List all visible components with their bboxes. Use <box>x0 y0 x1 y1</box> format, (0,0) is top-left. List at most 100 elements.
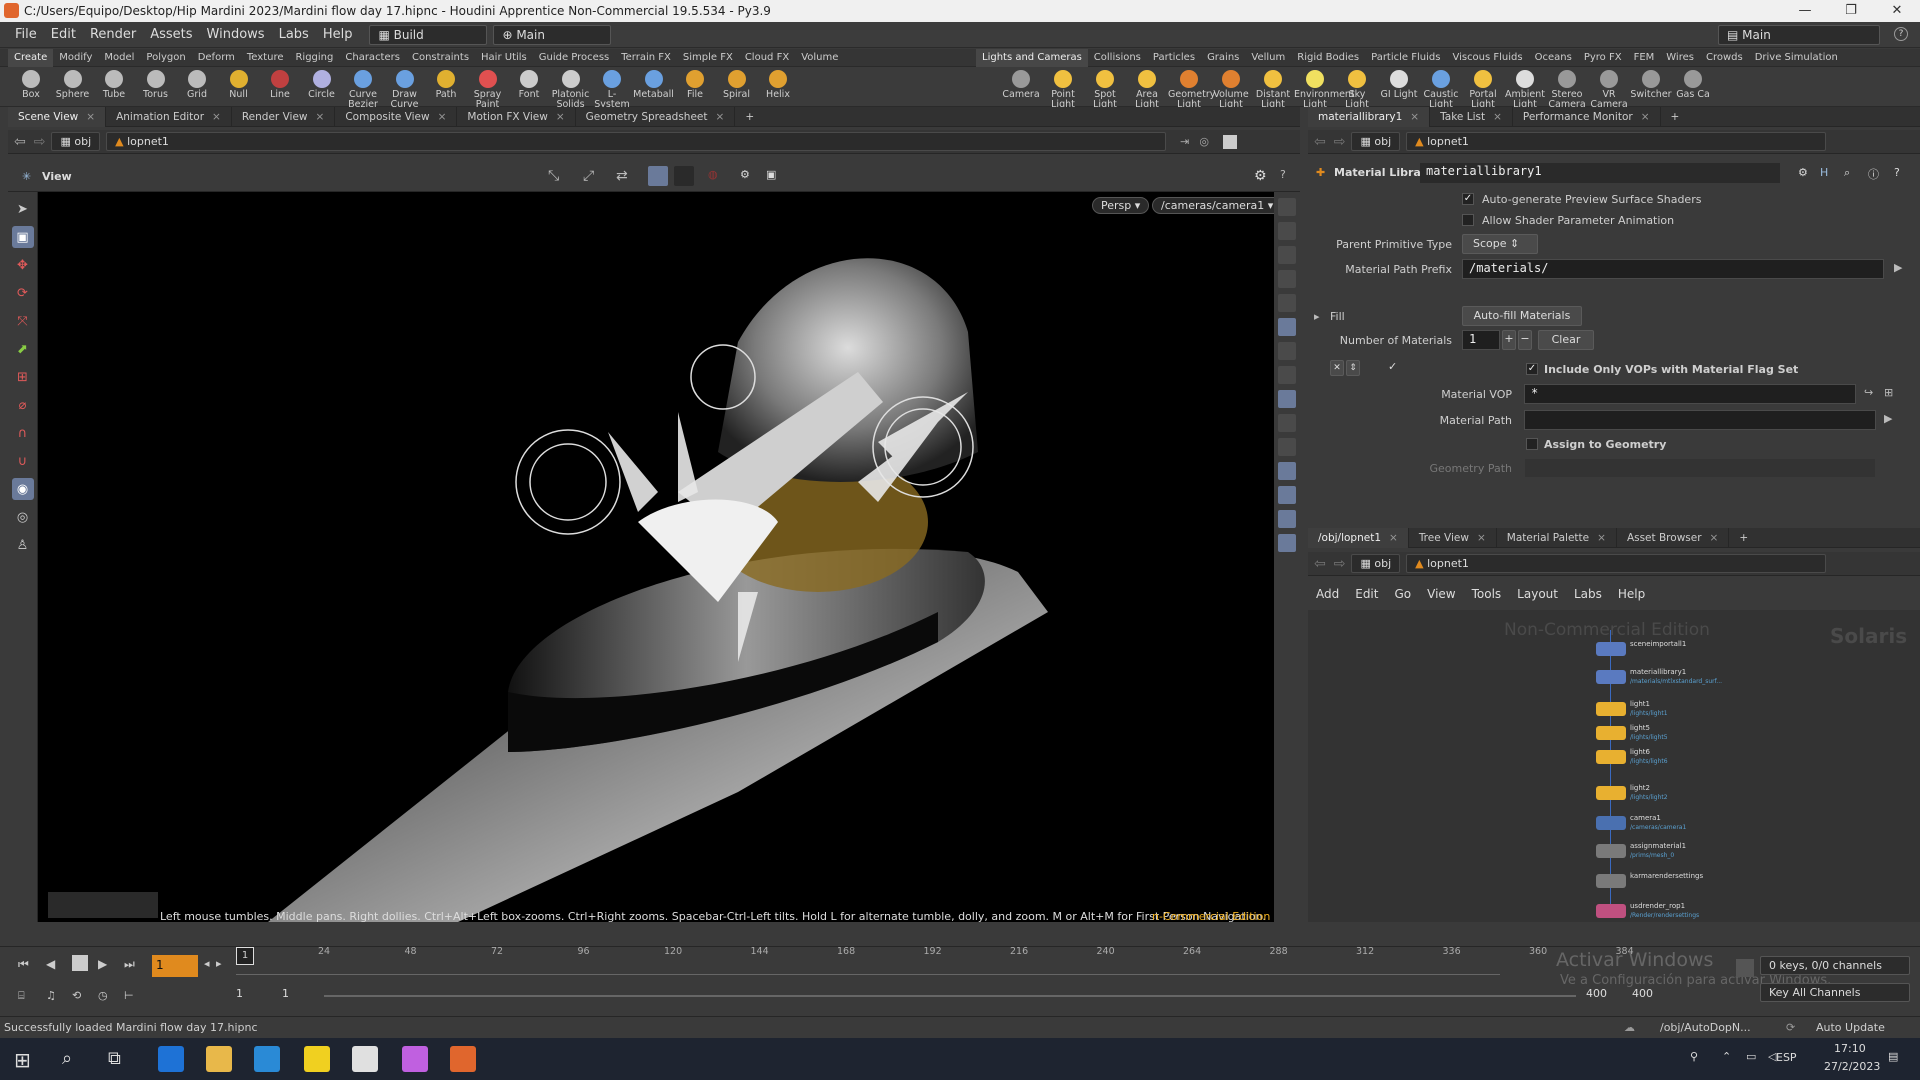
clock-icon[interactable]: ◷ <box>98 989 108 1002</box>
close-button[interactable]: ✕ <box>1874 0 1920 22</box>
tool-helix[interactable]: Helix <box>757 67 799 107</box>
gear2-icon[interactable]: ⚙ <box>740 168 750 181</box>
tab-close-icon[interactable]: × <box>1410 111 1419 123</box>
tab-materiallibrary1[interactable]: materiallibrary1 × <box>1308 106 1431 127</box>
view-tool-icon[interactable]: ◉ <box>11 478 34 500</box>
current-frame-field[interactable]: 1 <box>152 955 198 977</box>
shelf-tab-rigid-bodies[interactable]: Rigid Bodies <box>1291 49 1365 67</box>
tab-add-icon[interactable]: + <box>1729 528 1758 548</box>
num-materials-field[interactable]: 1 <box>1462 330 1500 350</box>
node-name-field[interactable]: materiallibrary1 <box>1420 163 1780 183</box>
lock-icon[interactable]: ▣ <box>11 226 34 248</box>
path-obj-2[interactable]: ▦ obj <box>1351 132 1401 151</box>
tab-animation-editor[interactable]: Animation Editor × <box>106 106 232 127</box>
tab-close-icon[interactable]: × <box>556 111 565 123</box>
forward-arrow-icon-2[interactable]: ⇨ <box>1334 134 1346 150</box>
path-obj[interactable]: ▦ obj <box>51 132 101 151</box>
tool-switcher[interactable]: Switcher <box>1630 67 1672 107</box>
tool-sky-light[interactable]: Sky Light <box>1336 67 1378 110</box>
link-icon[interactable]: ◎ <box>1199 135 1209 148</box>
handle-tool-icon[interactable]: ⊞ <box>12 366 34 388</box>
range-icon[interactable]: ⊢ <box>124 989 134 1002</box>
notifications-icon[interactable]: ▤ <box>1888 1050 1898 1063</box>
vop-tree-icon[interactable]: ⊞ <box>1884 386 1893 399</box>
forward-arrow-icon-3[interactable]: ⇨ <box>1334 556 1346 572</box>
shelf-tab-volume[interactable]: Volume <box>795 49 844 67</box>
tab-composite-view[interactable]: Composite View × <box>335 106 458 127</box>
tool-tube[interactable]: Tube <box>93 67 135 107</box>
shelf-tab-rigging[interactable]: Rigging <box>289 49 339 67</box>
desktop-main-dropdown[interactable]: ⊕ Main <box>493 24 612 45</box>
tab-close-icon[interactable]: × <box>316 111 325 123</box>
shelf-tab-simple-fx[interactable]: Simple FX <box>677 49 739 67</box>
key-icon[interactable] <box>1736 959 1754 977</box>
status-path[interactable]: /obj/AutoDopN... <box>1660 1021 1751 1034</box>
tab-close-icon[interactable]: × <box>1710 532 1719 544</box>
tab-close-icon[interactable]: × <box>1641 111 1650 123</box>
jump-start-icon[interactable]: ⏮ <box>18 957 29 972</box>
lock-view-icon[interactable] <box>1278 246 1296 264</box>
auto-preview-checkbox[interactable]: ✓ <box>1462 193 1474 205</box>
shelf-tab-lights-and-cameras[interactable]: Lights and Cameras <box>976 49 1088 67</box>
path-lopnet[interactable]: ▲ lopnet1 <box>106 132 1167 151</box>
path-lopnet-2[interactable]: ▲ lopnet1 <box>1406 132 1827 151</box>
guides-icon[interactable] <box>1278 510 1296 528</box>
viewport-help-icon[interactable]: ? <box>1280 168 1286 181</box>
node-karmarendersettings[interactable] <box>1596 874 1626 888</box>
light-display-icon[interactable] <box>1278 318 1296 336</box>
tab-close-icon[interactable]: × <box>438 111 447 123</box>
media-icon[interactable] <box>352 1046 378 1072</box>
tab-close-icon[interactable]: × <box>212 111 221 123</box>
tool-environment-light[interactable]: Environment Light <box>1294 67 1355 110</box>
houdini-taskbar-icon[interactable] <box>450 1046 476 1072</box>
shelf-tab-particle-fluids[interactable]: Particle Fluids <box>1365 49 1446 67</box>
mail-icon[interactable] <box>254 1046 280 1072</box>
scale-tool-icon[interactable]: ⤧ <box>12 310 34 332</box>
shelf-tab-guide-process[interactable]: Guide Process <box>533 49 615 67</box>
node-light2[interactable] <box>1596 786 1626 800</box>
loop-icon[interactable]: ⟲ <box>72 989 81 1002</box>
range-slider[interactable] <box>324 995 1576 997</box>
jump-end-icon[interactable]: ⏭ <box>124 957 135 972</box>
shelf-tab-characters[interactable]: Characters <box>339 49 406 67</box>
back-arrow-icon[interactable]: ⇦ <box>14 134 26 150</box>
tool-circle[interactable]: Circle <box>301 67 343 107</box>
shading-icon[interactable] <box>1278 294 1296 312</box>
frame-marker[interactable]: 1 <box>236 947 254 965</box>
select-tool-icon[interactable]: ➤ <box>12 198 34 220</box>
shelf-tab-texture[interactable]: Texture <box>241 49 290 67</box>
help-icon[interactable]: ? <box>1894 27 1908 41</box>
tray-chevron-icon[interactable]: ⌃ <box>1722 1050 1731 1063</box>
path-select-icon[interactable]: ▶ <box>1894 261 1902 274</box>
bulb2-icon[interactable] <box>1278 366 1296 384</box>
tab-close-icon[interactable]: × <box>716 111 725 123</box>
shelf-tab-oceans[interactable]: Oceans <box>1529 49 1578 67</box>
people-icon[interactable]: ⚲ <box>1690 1050 1698 1063</box>
tool-vr-camera[interactable]: VR Camera <box>1588 67 1630 110</box>
minimize-button[interactable]: — <box>1782 0 1828 22</box>
persp-dropdown[interactable]: Persp ▾ <box>1092 197 1150 214</box>
tab-add-icon[interactable]: + <box>735 107 764 127</box>
magnet-tool-icon[interactable]: ∩ <box>12 422 34 444</box>
tool-draw-curve[interactable]: Draw Curve <box>384 67 426 110</box>
tool-spiral[interactable]: Spiral <box>716 67 758 107</box>
keys-channels-button[interactable]: 0 keys, 0/0 channels <box>1760 956 1910 975</box>
light-tool-icon[interactable]: ♙ <box>12 534 34 556</box>
node-light5[interactable] <box>1596 726 1626 740</box>
shelf-tab-particles[interactable]: Particles <box>1147 49 1201 67</box>
node-sceneimportall1[interactable] <box>1596 642 1626 656</box>
snapshot-icon[interactable] <box>1278 414 1296 432</box>
tool-distant-light[interactable]: Distant Light <box>1252 67 1294 110</box>
next-key-icon[interactable]: ▸ <box>216 957 222 970</box>
shelf-tab-constraints[interactable]: Constraints <box>406 49 475 67</box>
tool-path[interactable]: Path <box>425 67 467 107</box>
edge-icon[interactable] <box>158 1046 184 1072</box>
3d-viewport[interactable] <box>38 192 1274 922</box>
tool-file[interactable]: File <box>674 67 716 107</box>
menu-edit[interactable]: Edit <box>44 22 83 48</box>
snap-tool-icon[interactable]: ∪ <box>12 450 34 472</box>
tool-geometry-light[interactable]: Geometry Light <box>1168 67 1215 110</box>
shelf-tab-grains[interactable]: Grains <box>1201 49 1245 67</box>
shelf-tab-drive-simulation[interactable]: Drive Simulation <box>1749 49 1844 67</box>
menu-assets[interactable]: Assets <box>143 22 199 48</box>
